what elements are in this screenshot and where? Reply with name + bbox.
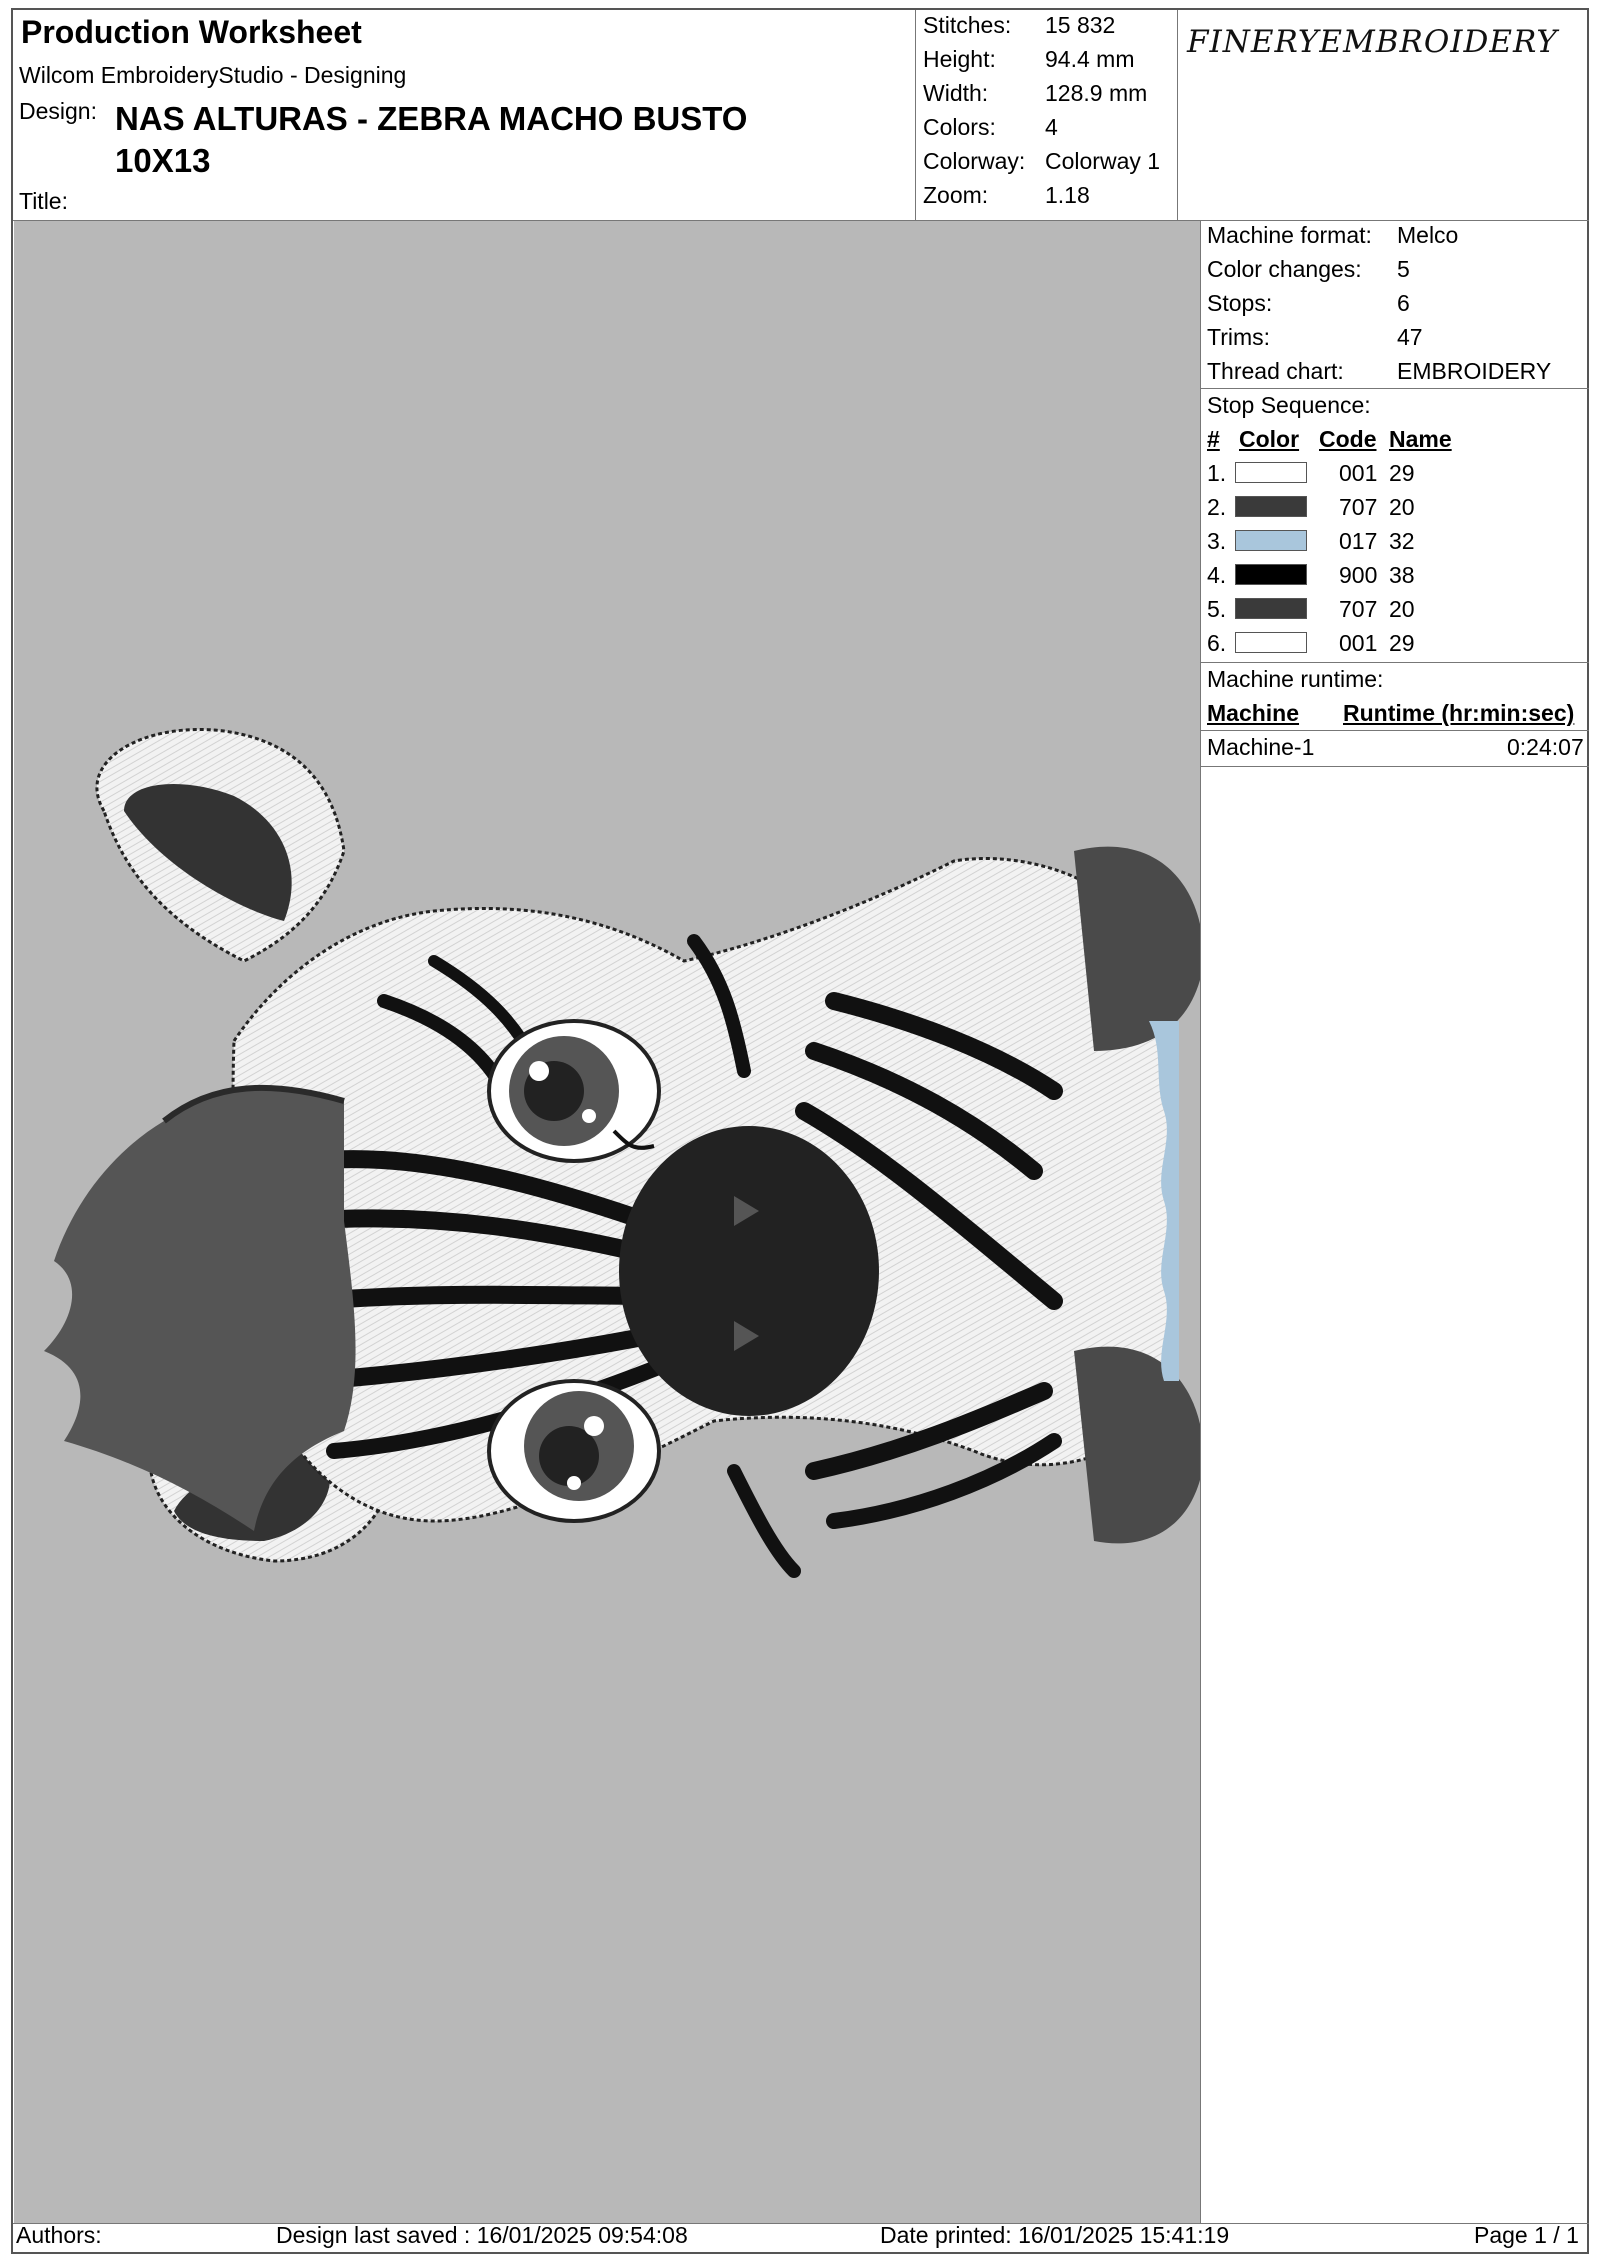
stat-value: 15 832 — [1045, 12, 1116, 38]
stop-name: 32 — [1389, 528, 1415, 554]
design-name-line2: 10X13 — [115, 142, 211, 179]
machine-value: Melco — [1397, 222, 1459, 248]
stop-code: 001 — [1339, 630, 1378, 656]
footer-saved: Design last saved : 16/01/2025 09:54:08 — [276, 2222, 688, 2248]
stop-code: 707 — [1339, 494, 1378, 520]
stat-value: 128.9 mm — [1045, 80, 1148, 106]
stat-label: Colors: — [923, 114, 996, 140]
machine-value: 5 — [1397, 256, 1410, 282]
design-name: NAS ALTURAS - ZEBRA MACHO BUSTO 10X13 — [115, 98, 895, 182]
stat-value: 4 — [1045, 114, 1058, 140]
stat-value: Colorway 1 — [1045, 148, 1161, 174]
machine-label: Trims: — [1207, 324, 1271, 350]
stop-code: 707 — [1339, 596, 1378, 622]
stop-code: 001 — [1339, 460, 1378, 486]
design-name-line1: NAS ALTURAS - ZEBRA MACHO BUSTO — [115, 100, 748, 137]
col-code: Code — [1319, 426, 1377, 452]
footer-printed: Date printed: 16/01/2025 15:41:19 — [880, 2222, 1230, 2248]
stop-name: 29 — [1389, 630, 1415, 656]
color-swatch — [1235, 598, 1307, 619]
stat-value: 1.18 — [1045, 182, 1090, 208]
runtime-machine: Machine-1 — [1207, 734, 1315, 760]
col-num: # — [1207, 426, 1220, 452]
machine-value: 47 — [1397, 324, 1423, 350]
stop-num: 1. — [1207, 460, 1227, 486]
title-label: Title: — [19, 188, 68, 214]
color-swatch — [1235, 632, 1307, 653]
design-preview — [14, 221, 1204, 2223]
machine-value: EMBROIDERY — [1397, 358, 1552, 384]
machine-value: 6 — [1397, 290, 1410, 316]
worksheet: Production Worksheet Wilcom EmbroiderySt… — [11, 8, 1589, 2254]
stop-name: 20 — [1389, 596, 1415, 622]
stat-label: Stitches: — [923, 12, 1012, 38]
stop-name: 20 — [1389, 494, 1415, 520]
brand-logo: FINERYEMBROIDERY — [1187, 24, 1558, 60]
stat-label: Width: — [923, 80, 989, 106]
stat-value: 94.4 mm — [1045, 46, 1135, 72]
runtime-time: 0:24:07 — [1507, 734, 1584, 760]
col-name: Name — [1389, 426, 1452, 452]
worksheet-title: Production Worksheet — [21, 14, 362, 50]
stat-label: Zoom: — [923, 182, 989, 208]
stop-num: 6. — [1207, 630, 1227, 656]
color-swatch — [1235, 462, 1307, 483]
col-machine: Machine — [1207, 700, 1300, 726]
design-label: Design: — [19, 98, 97, 124]
col-color: Color — [1239, 426, 1300, 452]
software-name: Wilcom EmbroideryStudio - Designing — [19, 62, 407, 88]
zebra-embroidery-image — [44, 728, 1204, 1578]
color-swatch — [1235, 564, 1307, 585]
footer-authors: Authors: — [16, 2222, 102, 2248]
stop-code: 017 — [1339, 528, 1378, 554]
footer-page: Page 1 / 1 — [1474, 2222, 1579, 2248]
machine-label: Thread chart: — [1207, 358, 1344, 384]
col-runtime: Runtime (hr:min:sec) — [1343, 700, 1575, 726]
stop-num: 2. — [1207, 494, 1227, 520]
stop-num: 3. — [1207, 528, 1227, 554]
machine-label: Stops: — [1207, 290, 1273, 316]
stat-label: Colorway: — [923, 148, 1026, 174]
color-swatch — [1235, 496, 1307, 517]
machine-label: Color changes: — [1207, 256, 1362, 282]
stop-num: 4. — [1207, 562, 1227, 588]
stop-code: 900 — [1339, 562, 1378, 588]
stop-num: 5. — [1207, 596, 1227, 622]
runtime-title: Machine runtime: — [1207, 666, 1384, 692]
machine-label: Machine format: — [1207, 222, 1372, 248]
stop-sequence-title: Stop Sequence: — [1207, 392, 1371, 418]
stop-name: 29 — [1389, 460, 1415, 486]
stop-name: 38 — [1389, 562, 1415, 588]
color-swatch — [1235, 530, 1307, 551]
stat-label: Height: — [923, 46, 996, 72]
